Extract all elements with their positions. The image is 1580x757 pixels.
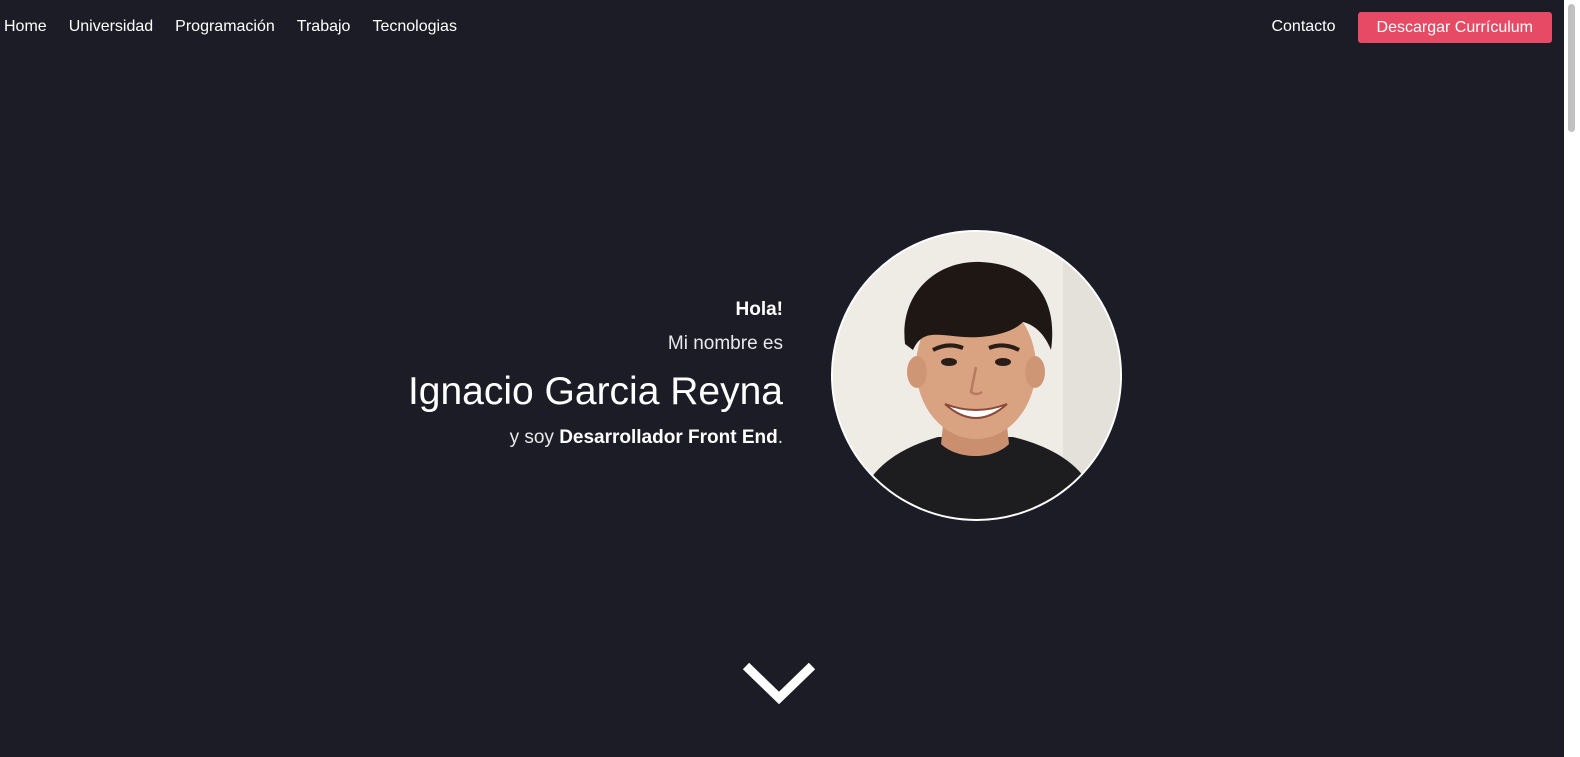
greeting-text: Hola! bbox=[735, 299, 784, 320]
nav-link-home[interactable]: Home bbox=[4, 18, 47, 36]
role-suffix: . bbox=[777, 427, 783, 448]
profile-photo bbox=[831, 230, 1122, 521]
intro-text: Mi nombre es bbox=[667, 333, 783, 354]
download-cv-button[interactable]: Descargar Currículum bbox=[1357, 11, 1552, 43]
navbar: Home Universidad Programación Trabajo Te… bbox=[0, 0, 1564, 54]
person-name: Ignacio Garcia Reyna bbox=[407, 370, 783, 413]
portfolio-page: Home Universidad Programación Trabajo Te… bbox=[0, 0, 1580, 757]
nav-link-universidad[interactable]: Universidad bbox=[69, 18, 153, 36]
nav-link-trabajo[interactable]: Trabajo bbox=[297, 18, 351, 36]
profile-photo-illustration bbox=[833, 232, 1120, 519]
role-title: Desarrollador Front End bbox=[559, 427, 778, 448]
role-line: y soy Desarrollador Front End. bbox=[408, 424, 783, 452]
hero-intro: Hola! Mi nombre es Ignacio Garcia Reyna … bbox=[408, 296, 783, 452]
role-prefix: y soy bbox=[509, 427, 560, 448]
nav-link-programacion[interactable]: Programación bbox=[175, 18, 275, 36]
nav-link-tecnologias[interactable]: Tecnologias bbox=[372, 18, 457, 36]
scrollbar-thumb[interactable] bbox=[1568, 4, 1575, 132]
page-scrollbar[interactable] bbox=[1564, 0, 1580, 757]
nav-link-contacto[interactable]: Contacto bbox=[1271, 18, 1335, 36]
chevron-down-graphic bbox=[742, 662, 816, 705]
nav-left-group: Home Universidad Programación Trabajo Te… bbox=[4, 0, 457, 54]
chevron-down-icon[interactable] bbox=[742, 660, 816, 708]
nav-right-group: Contacto Descargar Currículum bbox=[1271, 0, 1552, 54]
